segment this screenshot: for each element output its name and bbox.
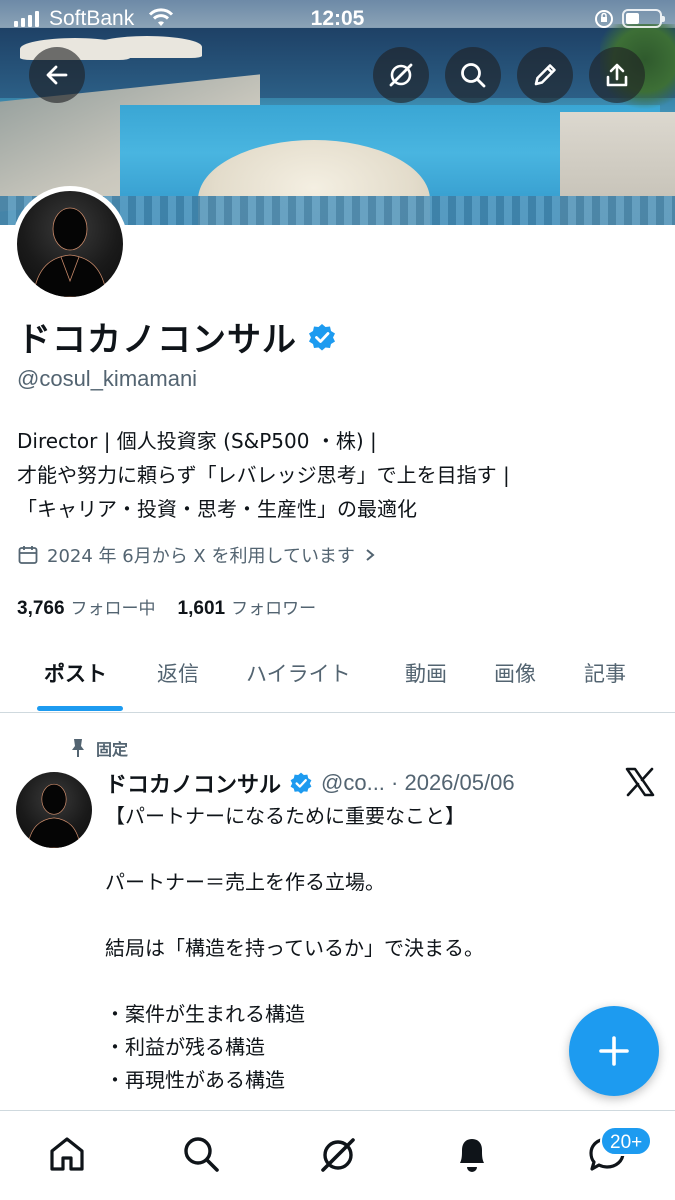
notification-badge: 20+: [600, 1126, 653, 1156]
search-icon: [184, 1137, 219, 1172]
share-button[interactable]: [589, 47, 645, 103]
tab-articles[interactable]: 記事: [584, 658, 626, 688]
bio-line: Director | 個人投資家 (S&P500 ・株) |: [17, 429, 377, 453]
edit-icon: [534, 64, 556, 86]
post-body[interactable]: 【パートナーになるために重要なこと】 パートナー＝売上を作る立場。 結局は「構造…: [105, 800, 484, 1097]
followers-label: フォロワー: [231, 599, 317, 619]
followers-link[interactable]: 1,601 フォロワー: [178, 594, 317, 620]
display-name: ドコカノコンサル: [17, 320, 297, 360]
joined-date[interactable]: 2024 年 6月から X を利用しています: [17, 542, 377, 568]
tab-images[interactable]: 画像: [494, 658, 536, 688]
pinned-indicator: 固定: [70, 736, 128, 760]
bottom-nav: 20+: [0, 1110, 675, 1200]
chevron-right-icon: [366, 549, 375, 561]
tab-replies[interactable]: 返信: [157, 658, 199, 688]
followers-count: 1,601: [177, 598, 226, 619]
pinned-label: 固定: [96, 740, 129, 759]
avatar[interactable]: [12, 186, 128, 302]
nav-search[interactable]: [180, 1133, 222, 1179]
orientation-lock-icon: [594, 9, 614, 35]
pin-icon: [72, 739, 84, 757]
share-icon: [606, 63, 628, 87]
compose-button[interactable]: [569, 1006, 659, 1096]
verified-icon: [290, 772, 312, 794]
follow-counts: 3,766 フォロー中 1,601 フォロワー: [17, 594, 316, 620]
joined-text: 2024 年 6月から X を利用しています: [47, 546, 355, 567]
silhouette-icon: [32, 207, 108, 297]
bio-line: 「キャリア・投資・思考・生産性」の最適化: [17, 497, 417, 521]
edit-button[interactable]: [517, 47, 573, 103]
post-header: ドコカノコンサル @co... · 2026/05/06: [105, 767, 515, 799]
bell-icon: [460, 1139, 484, 1172]
back-arrow-icon: [46, 65, 68, 85]
nav-grok[interactable]: [316, 1133, 360, 1181]
search-icon: [461, 63, 486, 88]
grok-icon: [389, 63, 413, 87]
tab-highlights[interactable]: ハイライト: [246, 658, 351, 688]
tab-videos[interactable]: 動画: [405, 658, 447, 688]
nav-home[interactable]: [46, 1133, 88, 1179]
profile-handle: @cosul_kimamani: [17, 366, 198, 391]
grok-icon: [321, 1138, 355, 1172]
post-avatar[interactable]: [16, 772, 92, 848]
grok-button[interactable]: [373, 47, 429, 103]
profile-tabs: ポスト 返信 ハイライト 動画 画像 記事: [0, 640, 675, 713]
bio-line: 才能や努力に頼らず「レバレッジ思考」で上を目指す |: [17, 463, 510, 487]
profile-name: ドコカノコンサル: [17, 312, 337, 361]
silhouette-icon: [27, 783, 81, 848]
clock: 12:05: [310, 7, 365, 30]
battery-icon: [622, 9, 665, 28]
tab-posts[interactable]: ポスト: [44, 658, 107, 688]
nav-notifications[interactable]: [452, 1133, 492, 1179]
back-button[interactable]: [29, 47, 85, 103]
active-tab-indicator: [37, 706, 123, 711]
post-author[interactable]: ドコカノコンサル: [105, 767, 281, 799]
verified-icon[interactable]: [307, 322, 337, 352]
plus-icon: [599, 1036, 629, 1066]
profile-bio: Director | 個人投資家 (S&P500 ・株) | 才能や努力に頼らず…: [17, 424, 510, 526]
following-label: フォロー中: [70, 599, 156, 619]
x-logo-icon[interactable]: [624, 766, 656, 802]
following-count: 3,766: [17, 598, 65, 619]
post-meta: @co... · 2026/05/06: [321, 770, 515, 795]
calendar-icon: [18, 546, 38, 564]
home-icon: [50, 1137, 84, 1171]
search-button[interactable]: [445, 47, 501, 103]
following-link[interactable]: 3,766 フォロー中: [17, 594, 156, 620]
status-bar: SoftBank 12:05: [0, 0, 675, 40]
